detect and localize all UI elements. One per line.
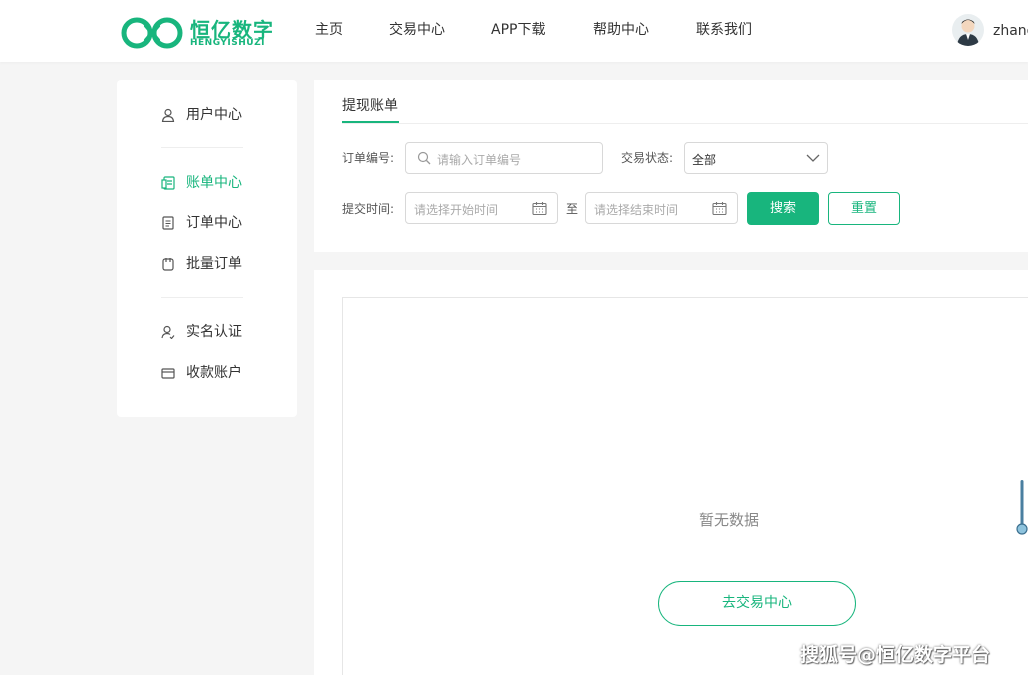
results-table-area: 暂无数据 去交易中心 [342,297,1028,675]
tab-withdraw-bill[interactable]: 提现账单 [342,95,398,115]
chevron-down-icon [806,154,820,162]
sidebar-item-user-center[interactable]: 用户中心 [161,103,281,127]
sidebar-item-label: 批量订单 [186,256,242,272]
status-selected-value: 全部 [692,153,717,167]
nav-app-download[interactable]: APP下载 [491,0,545,62]
nav-help-center[interactable]: 帮助中心 [593,0,649,62]
nav-home[interactable]: 主页 [315,0,343,62]
sidebar: 用户中心 账单中心 订单中心 批量订单 实名认证 收款账户 [117,80,297,417]
sidebar-item-label: 账单中心 [186,175,242,191]
start-date-picker[interactable]: 请选择开始时间 [405,192,558,224]
card-icon [161,368,175,379]
calendar-icon [532,202,547,216]
tab-divider [342,123,1028,124]
nav-contact-us[interactable]: 联系我们 [696,0,752,62]
sidebar-item-label: 订单中心 [186,215,242,231]
brand-name-en: HENGYISHUZI [190,38,265,48]
end-date-placeholder: 请选择结束时间 [594,203,679,217]
brand-logo[interactable]: 恒亿数字 HENGYISHUZI [120,14,273,52]
order-no-placeholder: 请输入订单编号 [437,153,522,167]
sidebar-item-label: 用户中心 [186,107,242,123]
range-separator: 至 [566,202,579,216]
batch-order-icon [162,258,174,271]
filter-panel: 提现账单 订单编号: 请输入订单编号 交易状态: 全部 提交时间: 请选择开始时… [314,80,1028,252]
sidebar-divider [161,147,243,148]
submit-time-label: 提交时间: [342,202,395,216]
user-icon [161,108,175,122]
order-list-icon [162,216,174,230]
user-avatar-icon[interactable] [952,14,984,46]
go-trading-center-button[interactable]: 去交易中心 [658,581,856,626]
start-date-placeholder: 请选择开始时间 [414,203,499,217]
sidebar-item-real-name-auth[interactable]: 实名认证 [161,320,281,344]
search-button[interactable]: 搜索 [747,192,819,225]
watermark-text: 搜狐号@恒亿数字平台 [800,644,991,666]
bill-icon [161,176,175,190]
end-date-picker[interactable]: 请选择结束时间 [585,192,738,224]
username[interactable]: zhang [993,0,1028,62]
nav-trading-center[interactable]: 交易中心 [389,0,445,62]
scroll-handle[interactable] [1016,478,1028,538]
empty-state-text: 暂无数据 [698,511,759,529]
sidebar-item-label: 收款账户 [186,365,242,381]
reset-button[interactable]: 重置 [828,192,900,225]
status-label: 交易状态: [621,151,674,165]
calendar-icon [712,202,727,216]
status-select[interactable]: 全部 [684,142,828,174]
sidebar-item-payment-account[interactable]: 收款账户 [161,361,281,385]
results-panel: 暂无数据 去交易中心 [314,270,1028,675]
order-no-label: 订单编号: [342,151,395,165]
order-no-input[interactable]: 请输入订单编号 [405,142,603,174]
sidebar-item-bill-center[interactable]: 账单中心 [161,171,281,195]
sidebar-item-order-center[interactable]: 订单中心 [161,211,281,235]
identity-icon [161,325,175,339]
sidebar-item-label: 实名认证 [186,324,242,340]
top-navbar: 恒亿数字 HENGYISHUZI 主页 交易中心 APP下载 帮助中心 联系我们… [0,0,1028,62]
sidebar-item-batch-order[interactable]: 批量订单 [161,252,281,276]
logo-icon [121,17,183,49]
search-icon [417,151,431,165]
sidebar-divider [161,297,243,298]
